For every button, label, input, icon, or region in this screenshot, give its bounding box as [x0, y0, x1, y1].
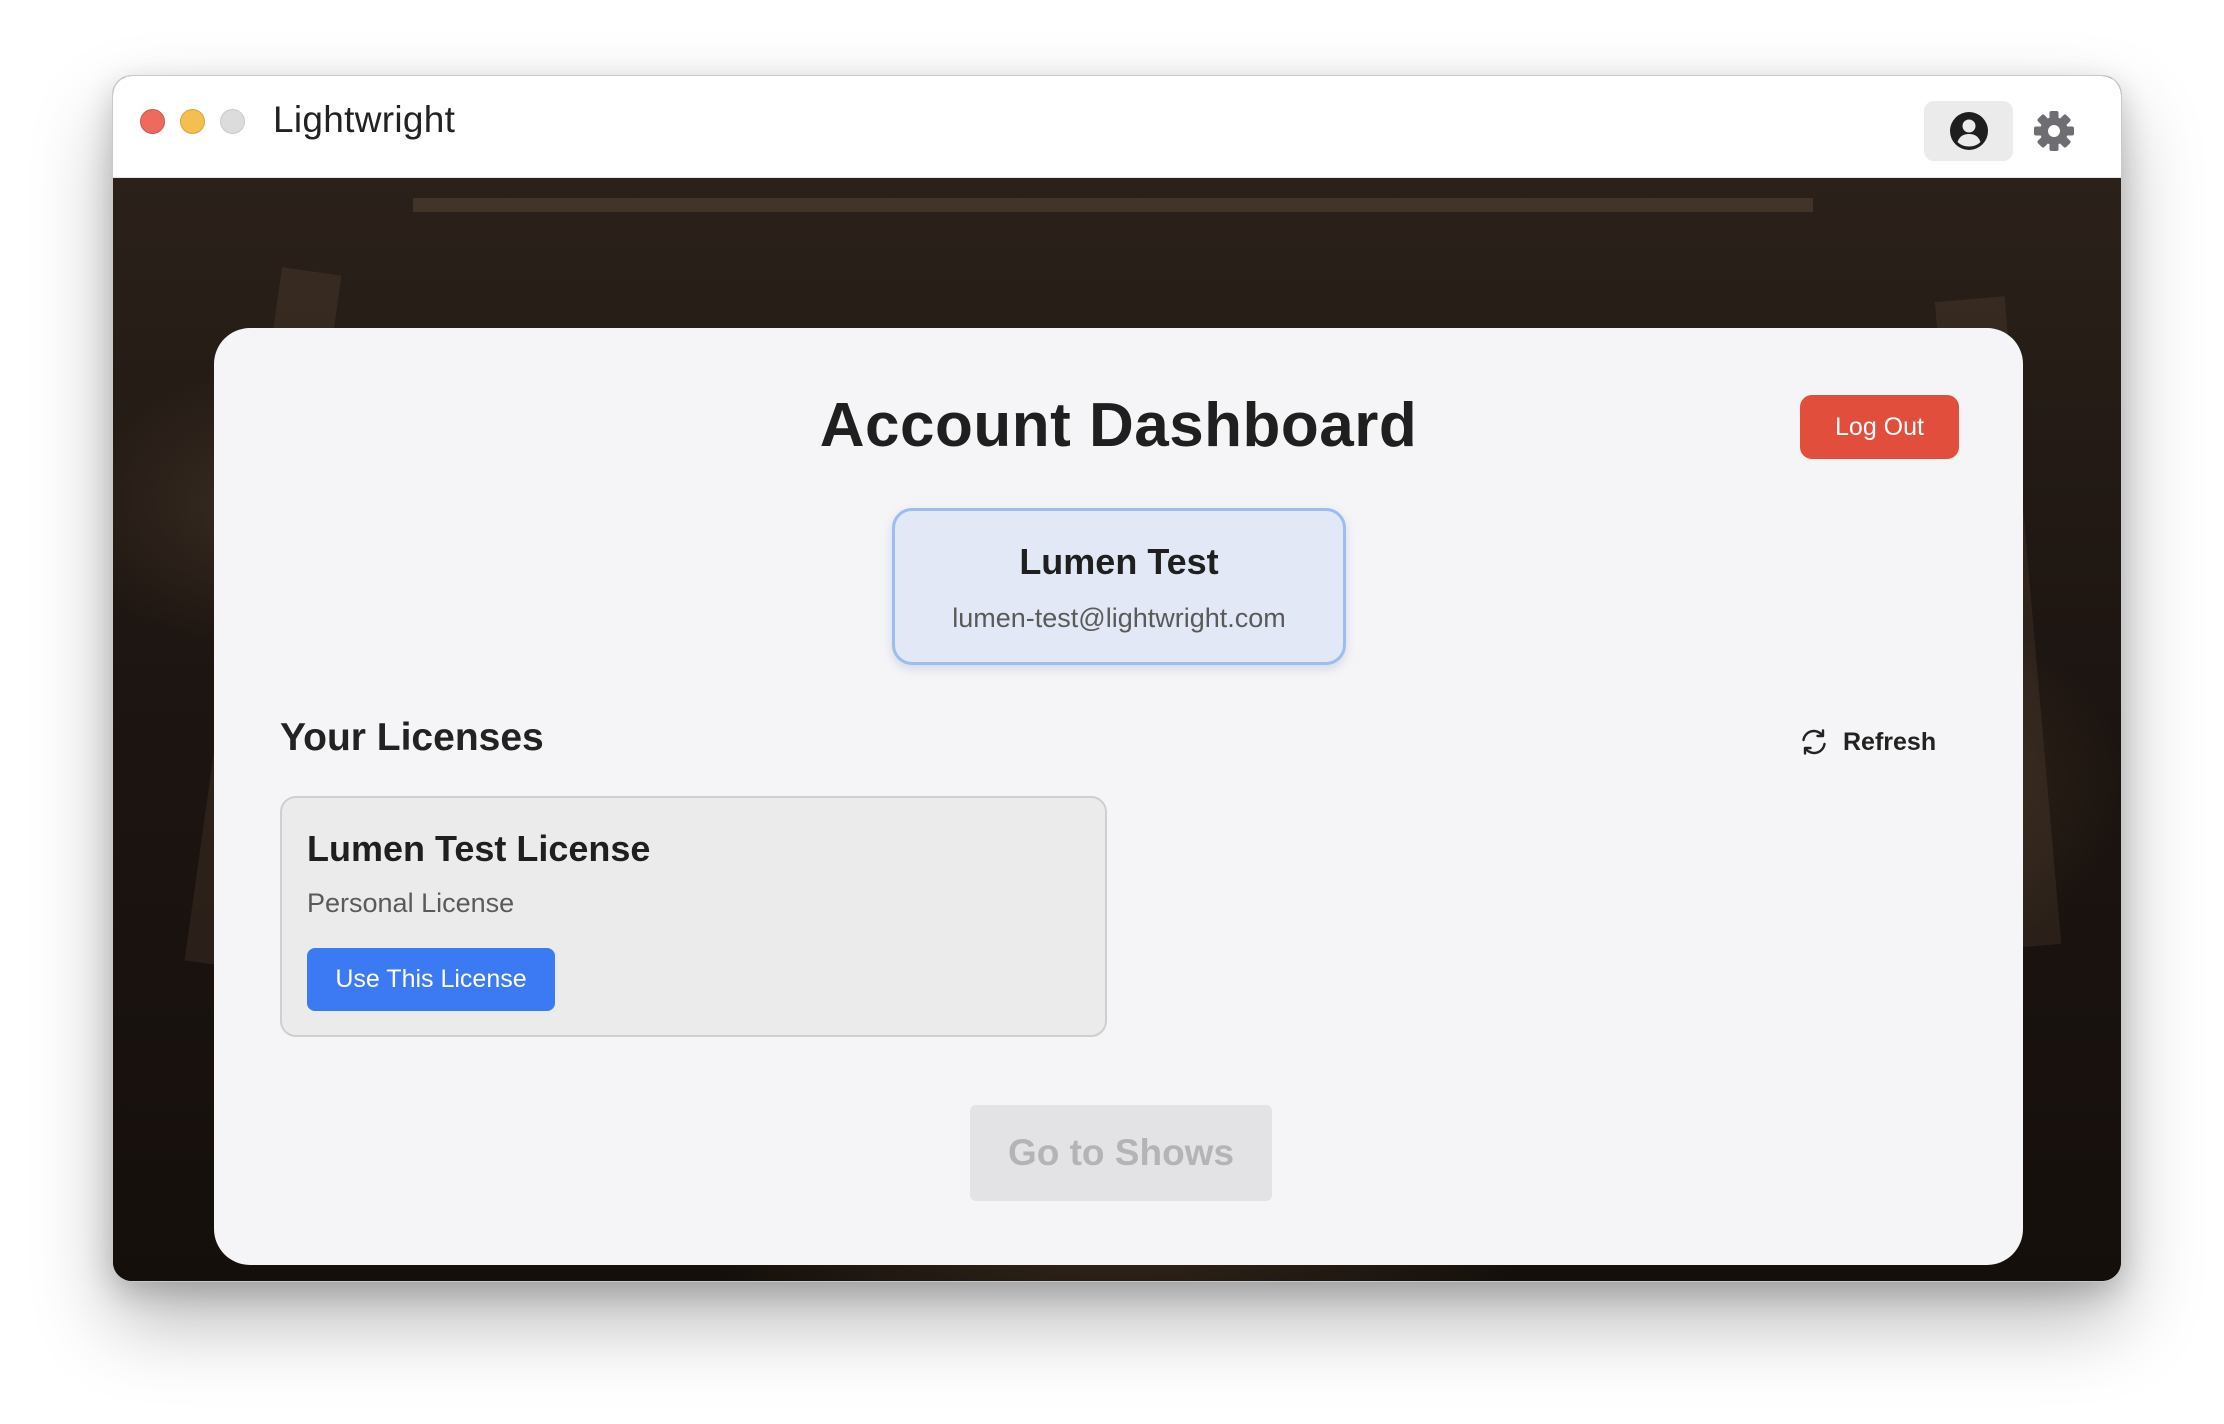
user-email: lumen-test@lightwright.com [952, 603, 1286, 633]
refresh-label: Refresh [1843, 727, 1937, 756]
user-name: Lumen Test [1019, 541, 1219, 582]
settings-button[interactable] [2030, 107, 2078, 155]
theater-background-image: Account Dashboard Log Out Lumen Test lum… [113, 178, 2121, 1281]
go-to-shows-button[interactable]: Go to Shows [970, 1105, 1272, 1201]
app-title: Lightwright [273, 99, 456, 140]
logout-button[interactable]: Log Out [1800, 395, 1959, 459]
title-bar: Lightwright [113, 76, 2121, 178]
page-title: Account Dashboard [819, 391, 1418, 460]
zoom-window-button[interactable] [220, 109, 245, 134]
user-info-card: Lumen Test lumen-test@lightwright.com [892, 508, 1346, 665]
license-name: Lumen Test License [307, 828, 651, 869]
license-type: Personal License [307, 888, 515, 918]
refresh-icon [1802, 729, 1826, 755]
licenses-heading: Your Licenses [280, 716, 544, 759]
minimize-window-button[interactable] [180, 109, 205, 134]
close-window-button[interactable] [140, 109, 165, 134]
license-card: Lumen Test License Personal License Use … [280, 796, 1107, 1037]
refresh-button[interactable]: Refresh [1799, 722, 1936, 762]
use-license-button[interactable]: Use This License [307, 948, 555, 1011]
account-dashboard-panel: Account Dashboard Log Out Lumen Test lum… [214, 328, 2023, 1265]
app-window: Lightwright Account Dashboard Log Out Lu… [112, 75, 2122, 1282]
account-button[interactable] [1924, 101, 2013, 161]
gear-icon [2034, 111, 2074, 151]
account-circle-icon [1949, 112, 1988, 150]
